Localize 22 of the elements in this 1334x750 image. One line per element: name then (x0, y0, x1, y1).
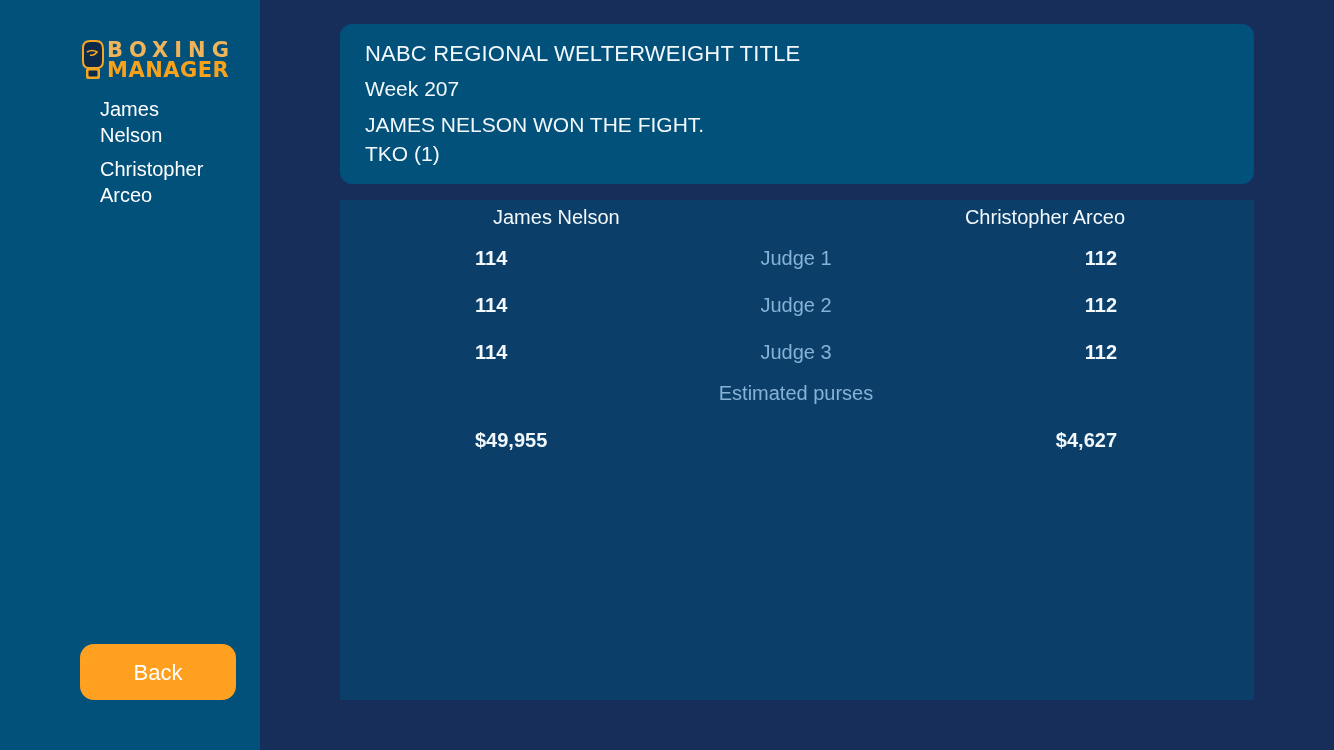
fighter-name: Christopher Arceo (964, 205, 1125, 230)
boxing-glove-icon (80, 40, 104, 80)
score: 112 (1084, 246, 1117, 271)
purse-amount: $49,955 (475, 429, 548, 451)
method-text: TKO (1) (365, 141, 440, 167)
fighter-link[interactable]: James Nelson (100, 96, 220, 148)
judge-label: Judge 1 (760, 246, 832, 271)
fighter-link[interactable]: Christopher Arceo (100, 156, 220, 208)
week-label: Week 207 (365, 76, 460, 102)
fighter-name: James Nelson (493, 206, 620, 228)
score: 112 (1084, 340, 1117, 365)
score: 114 (475, 341, 508, 363)
result-text: JAMES NELSON WON THE FIGHT. (365, 112, 705, 138)
score: 114 (475, 294, 508, 316)
fight-title: NABC REGIONAL WELTERWEIGHT TITLE (365, 40, 801, 68)
logo-wordmark: BOXING MANAGER (107, 40, 235, 80)
purses-label: Estimated purses (718, 381, 874, 406)
judge-label: Judge 2 (760, 293, 832, 318)
purse-amount: $4,627 (1055, 428, 1117, 453)
judge-label: Judge 3 (760, 340, 832, 365)
score: 112 (1084, 293, 1117, 318)
score: 114 (475, 247, 508, 269)
